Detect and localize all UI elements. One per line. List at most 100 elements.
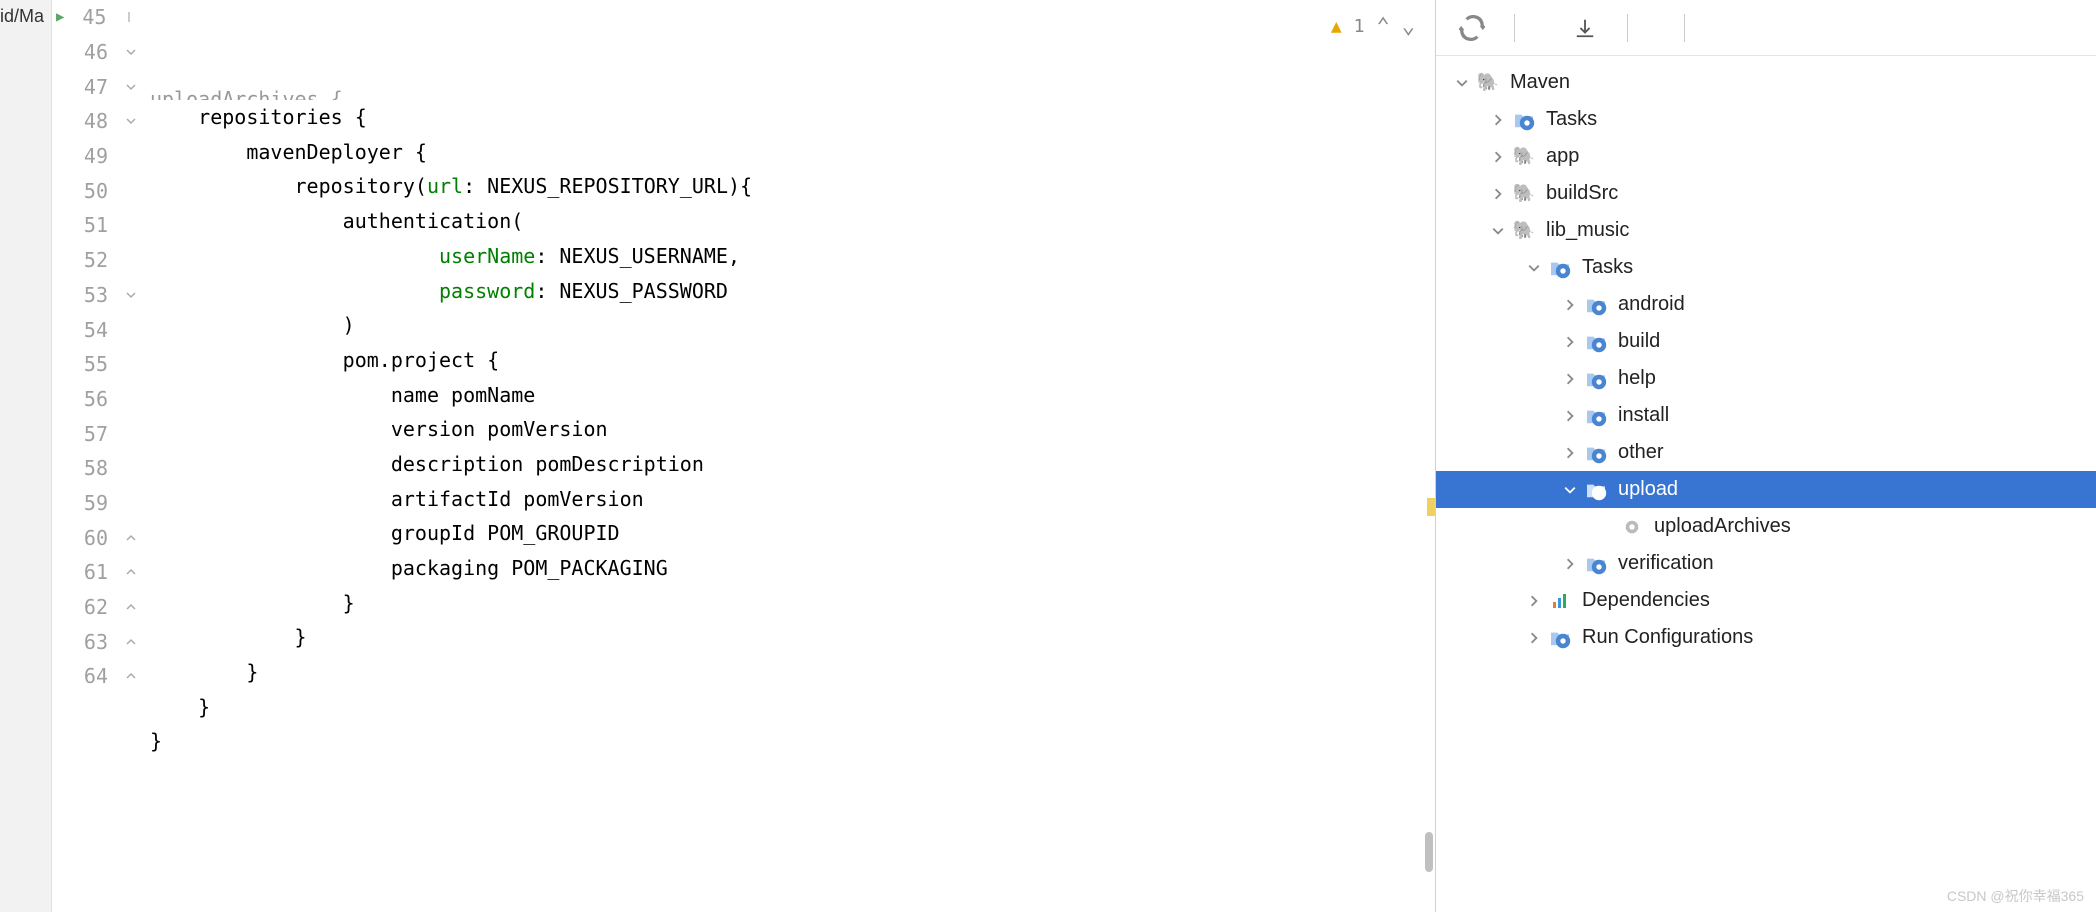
fold-indicator-icon[interactable]: [120, 602, 142, 612]
gutter-row[interactable]: 53: [52, 278, 150, 313]
code-line[interactable]: mavenDeployer {: [150, 135, 1435, 170]
toggle-offline-icon[interactable]: [1627, 14, 1656, 42]
editor-inspections-hints[interactable]: ▲ 1 ⌃ ⌄: [1331, 10, 1415, 45]
fold-indicator-icon[interactable]: [120, 671, 142, 681]
gutter-row[interactable]: 63: [52, 624, 150, 659]
gutter-row[interactable]: 64: [52, 659, 150, 694]
gutter-row[interactable]: 54: [52, 312, 150, 347]
tree-item-verification[interactable]: verification: [1436, 545, 2096, 582]
chevron-down-icon[interactable]: [1562, 482, 1578, 498]
tree-item-tasks[interactable]: Tasks: [1436, 101, 2096, 138]
fold-indicator-icon[interactable]: [120, 47, 142, 57]
code-line[interactable]: name pomName: [150, 378, 1435, 413]
gutter-row[interactable]: 57: [52, 416, 150, 451]
code-line[interactable]: }: [150, 586, 1435, 621]
tree-item-app[interactable]: 🐘app: [1436, 138, 2096, 175]
code-line[interactable]: repository(url: NEXUS_REPOSITORY_URL){: [150, 169, 1435, 204]
gutter-row[interactable]: 55: [52, 347, 150, 382]
gutter-row[interactable]: 58: [52, 451, 150, 486]
folder-gear-icon: [1584, 480, 1608, 500]
code-line[interactable]: uploadArchives {: [150, 82, 1435, 100]
tree-item-lib_music[interactable]: 🐘lib_music: [1436, 212, 2096, 249]
tree-item-run-configurations[interactable]: Run Configurations: [1436, 619, 2096, 656]
chevron-right-icon[interactable]: [1562, 371, 1578, 387]
warning-icon: ▲: [1331, 10, 1342, 45]
line-number: 51: [70, 213, 120, 237]
gutter-row[interactable]: 46: [52, 35, 150, 70]
folder-gear-icon: [1548, 628, 1572, 648]
refresh-icon[interactable]: [1458, 14, 1486, 42]
folder-gear-icon: [1584, 554, 1608, 574]
fold-indicator-icon[interactable]: [120, 116, 142, 126]
line-number: 54: [70, 318, 120, 342]
gutter-row[interactable]: 62: [52, 590, 150, 625]
prev-highlight-icon[interactable]: ⌃: [1377, 10, 1390, 45]
run-marker-icon[interactable]: ▶: [56, 9, 64, 25]
code-line[interactable]: groupId POM_GROUPID: [150, 516, 1435, 551]
chevron-down-icon[interactable]: [1454, 75, 1470, 91]
code-line[interactable]: }: [150, 690, 1435, 725]
gutter-row[interactable]: 51: [52, 208, 150, 243]
tree-item-other[interactable]: other: [1436, 434, 2096, 471]
tree-item-buildsrc[interactable]: 🐘buildSrc: [1436, 175, 2096, 212]
chevron-right-icon[interactable]: [1562, 334, 1578, 350]
next-highlight-icon[interactable]: ⌄: [1402, 10, 1415, 45]
chevron-right-icon[interactable]: [1526, 630, 1542, 646]
chevron-down-icon[interactable]: [1526, 260, 1542, 276]
tree-item-uploadarchives[interactable]: uploadArchives: [1436, 508, 2096, 545]
code-line[interactable]: pom.project {: [150, 343, 1435, 378]
code-line[interactable]: version pomVersion: [150, 412, 1435, 447]
chevron-down-icon[interactable]: [1490, 223, 1506, 239]
code-line[interactable]: }: [150, 655, 1435, 690]
fold-indicator-icon[interactable]: [118, 12, 140, 22]
chevron-right-icon[interactable]: [1490, 112, 1506, 128]
line-number: 58: [70, 456, 120, 480]
code-line[interactable]: description pomDescription: [150, 447, 1435, 482]
chevron-right-icon[interactable]: [1490, 186, 1506, 202]
chevron-right-icon[interactable]: [1562, 556, 1578, 572]
fold-indicator-icon[interactable]: [120, 637, 142, 647]
tree-item-maven[interactable]: 🐘Maven: [1436, 64, 2096, 101]
settings-wrench-icon[interactable]: [1684, 14, 1713, 42]
code-line[interactable]: ): [150, 308, 1435, 343]
fold-indicator-icon[interactable]: [120, 533, 142, 543]
chevron-right-icon[interactable]: [1562, 445, 1578, 461]
code-line[interactable]: packaging POM_PACKAGING: [150, 551, 1435, 586]
gutter-row[interactable]: 52: [52, 243, 150, 278]
code-line[interactable]: artifactId pomVersion: [150, 482, 1435, 517]
chevron-right-icon[interactable]: [1526, 593, 1542, 609]
gutter-row[interactable]: 60: [52, 520, 150, 555]
gutter-row[interactable]: 61: [52, 555, 150, 590]
gutter-row[interactable]: 48: [52, 104, 150, 139]
tree-item-label: uploadArchives: [1654, 515, 1791, 538]
fold-indicator-icon[interactable]: [120, 567, 142, 577]
code-line[interactable]: }: [150, 724, 1435, 759]
fold-indicator-icon[interactable]: [120, 82, 142, 92]
chevron-right-icon[interactable]: [1490, 149, 1506, 165]
gutter-row[interactable]: 49: [52, 139, 150, 174]
tree-item-android[interactable]: android: [1436, 286, 2096, 323]
code-line[interactable]: }: [150, 620, 1435, 655]
tree-item-help[interactable]: help: [1436, 360, 2096, 397]
code-line[interactable]: userName: NEXUS_USERNAME,: [150, 239, 1435, 274]
gutter-row[interactable]: 59: [52, 486, 150, 521]
tree-item-build[interactable]: build: [1436, 323, 2096, 360]
chevron-right-icon[interactable]: [1562, 297, 1578, 313]
code-editor[interactable]: ▶454647484950 51 5253 54 555657 58 59606162636…: [52, 0, 1436, 912]
editor-scrollbar[interactable]: [1425, 832, 1433, 872]
gutter-row[interactable]: 50: [52, 173, 150, 208]
fold-indicator-icon[interactable]: [120, 290, 142, 300]
chevron-right-icon[interactable]: [1562, 408, 1578, 424]
expand-all-icon[interactable]: [1514, 14, 1543, 42]
gutter-row[interactable]: 47: [52, 69, 150, 104]
tree-item-upload[interactable]: upload: [1436, 471, 2096, 508]
gutter-row[interactable]: 56: [52, 382, 150, 417]
code-line[interactable]: authentication(: [150, 204, 1435, 239]
code-line[interactable]: password: NEXUS_PASSWORD: [150, 274, 1435, 309]
tree-item-install[interactable]: install: [1436, 397, 2096, 434]
gutter-row[interactable]: ▶45: [52, 0, 150, 35]
collapse-all-icon[interactable]: [1571, 14, 1599, 42]
tree-item-tasks[interactable]: Tasks: [1436, 249, 2096, 286]
code-line[interactable]: repositories {: [150, 100, 1435, 135]
tree-item-dependencies[interactable]: Dependencies: [1436, 582, 2096, 619]
